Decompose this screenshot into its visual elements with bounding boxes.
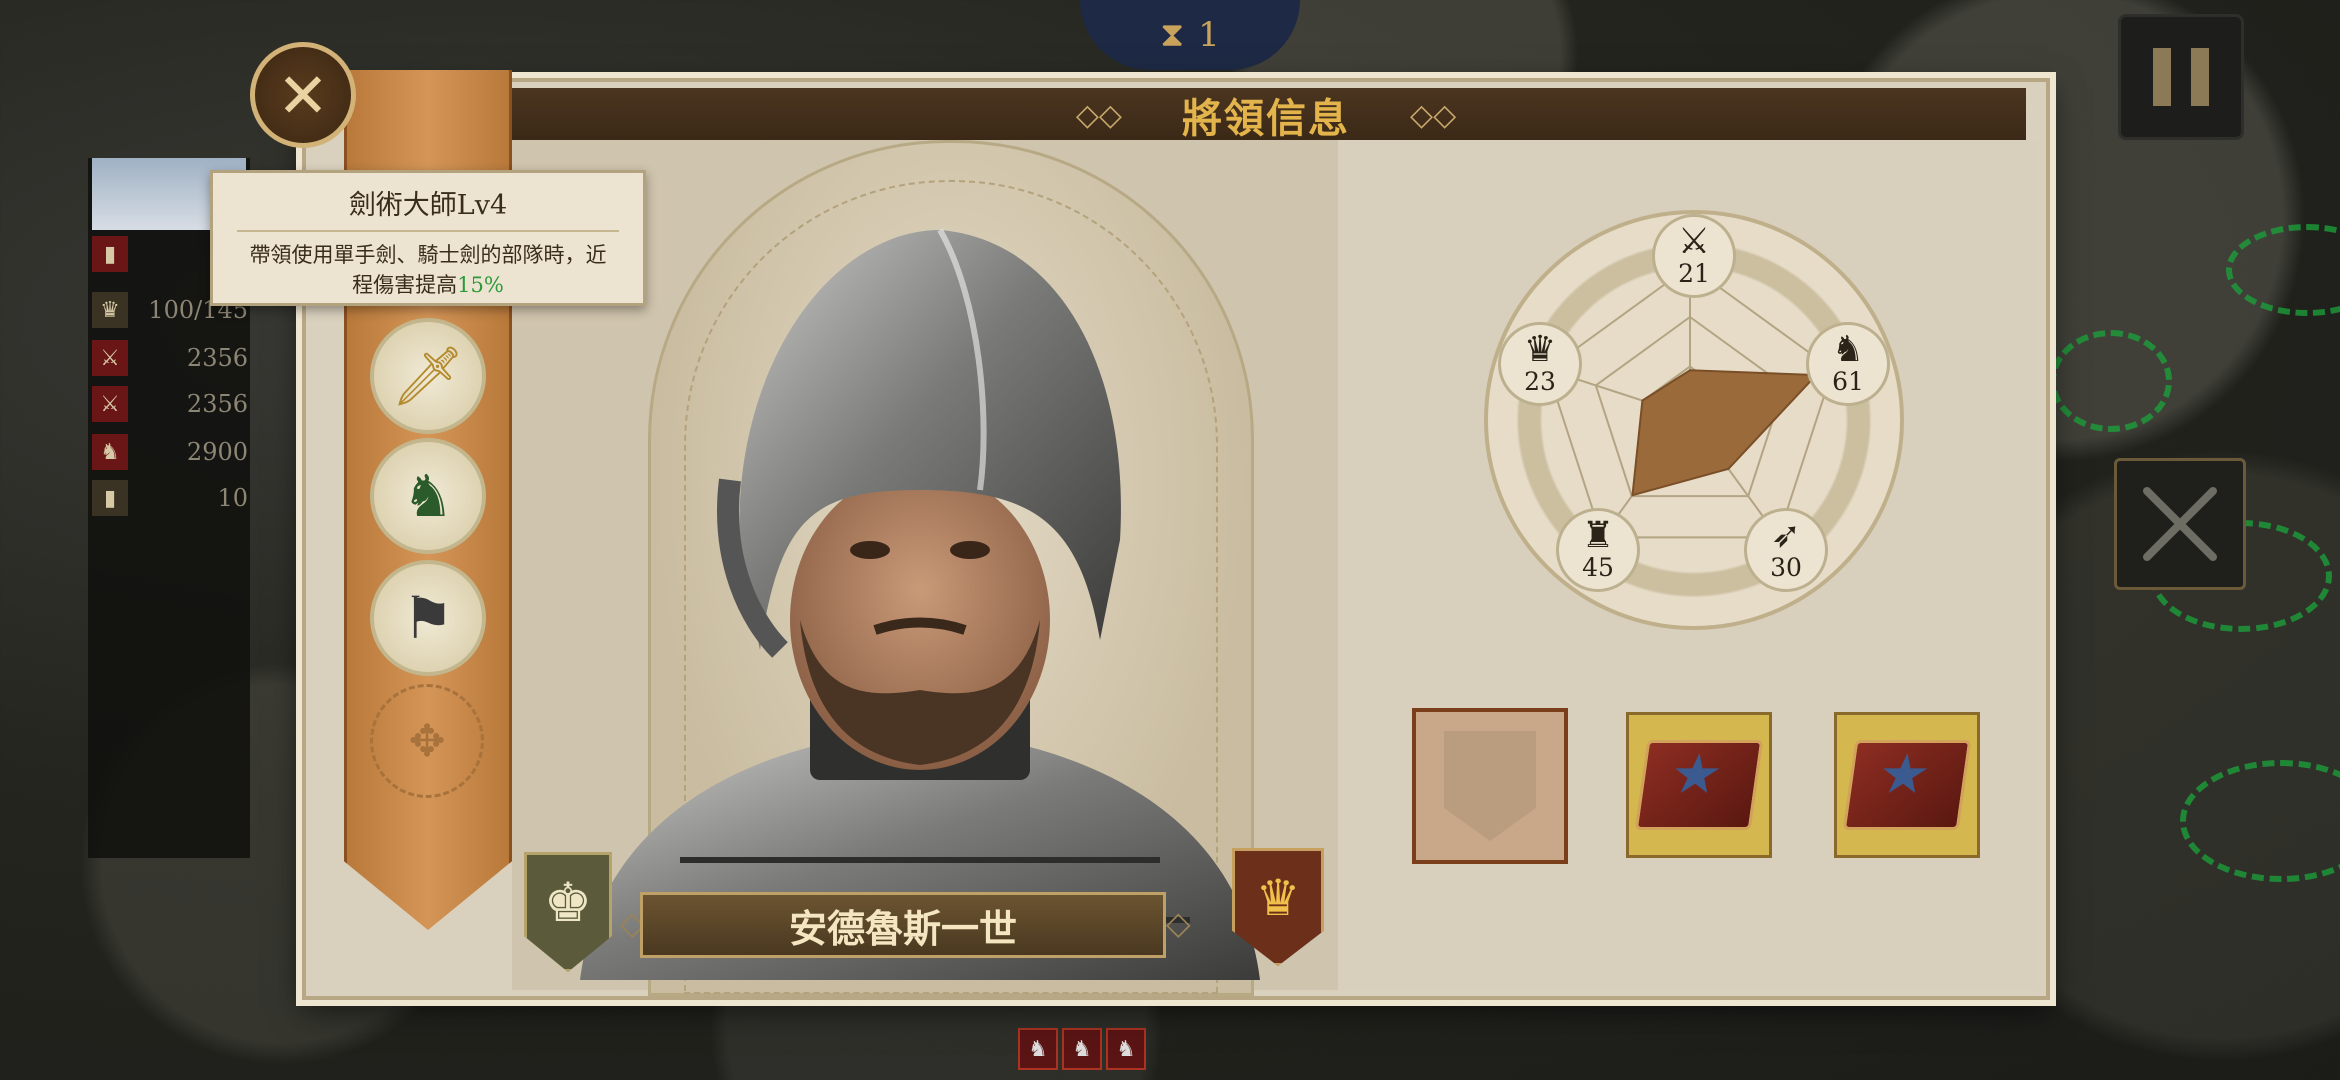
- banner-sword-icon: ⚑: [402, 584, 454, 652]
- general-name-plate: 安德魯斯一世: [640, 892, 1166, 958]
- skill-banner[interactable]: ⚑: [370, 560, 486, 676]
- knight-horse-icon: ♞: [402, 462, 454, 530]
- general-portrait: [580, 228, 1260, 980]
- radar-value-area: [1631, 369, 1819, 497]
- dialog-title-bar: ◇◇ 將領信息 ◇◇: [506, 88, 2026, 142]
- skill-slot-empty[interactable]: ✥: [370, 684, 484, 798]
- crown-icon: ♛: [1523, 329, 1557, 370]
- crossed-swords-icon: ⚔: [1677, 221, 1711, 262]
- helmet-icon: ♛: [92, 292, 128, 328]
- tooltip-percent: 15%: [457, 273, 504, 297]
- close-button[interactable]: ✕: [250, 42, 356, 148]
- boot-icon: ▮: [92, 236, 128, 272]
- army-stat-row: ⚔ 2356: [92, 338, 248, 378]
- map-target-ring: [2050, 330, 2172, 432]
- horse-icon: ♞: [92, 434, 128, 470]
- tooltip-divider: [237, 230, 619, 232]
- title-ornament-icon: ◇◇: [1075, 97, 1122, 133]
- close-icon: ✕: [277, 58, 329, 132]
- empty-skill-icon: ✥: [408, 715, 446, 767]
- tooltip-body: 帶領使用單手劍、騎士劍的部隊時，近 程傷害提高15%: [249, 243, 607, 297]
- general-name: 安德魯斯一世: [788, 905, 1017, 951]
- sword-icon: ⚔: [92, 386, 128, 422]
- equipment-slot-empty[interactable]: [1412, 708, 1568, 864]
- boot-icon: ▮: [92, 480, 128, 516]
- battle-button[interactable]: [2114, 458, 2246, 590]
- horse-icon[interactable]: ♞: [1062, 1028, 1102, 1070]
- stat-attack: ⚔ 21: [1652, 214, 1736, 298]
- stat-command: ♛ 23: [1498, 322, 1582, 406]
- horse-icon[interactable]: ♞: [1018, 1028, 1058, 1070]
- horse-icon[interactable]: ♞: [1106, 1028, 1146, 1070]
- unit-icons-bar: ♞ ♞ ♞: [1018, 1028, 1146, 1070]
- shield-swords-icon: [1444, 731, 1536, 841]
- equipment-slot-book[interactable]: [1834, 712, 1980, 858]
- horse-icon: ♞: [1831, 329, 1865, 370]
- equipment-slot-book[interactable]: [1626, 712, 1772, 858]
- skill-tooltip: 劍術大師Lv4 帶領使用單手劍、騎士劍的部隊時，近 程傷害提高15%: [210, 170, 646, 306]
- skill-sword-master[interactable]: 🗡: [370, 318, 486, 434]
- crossed-swords-icon: [2143, 487, 2217, 561]
- turn-number: 1: [1198, 15, 1220, 55]
- sword-icon: ⚔: [92, 340, 128, 376]
- stat-cavalry: ♞ 61: [1806, 322, 1890, 406]
- army-stat-row: ⚔ 2356: [92, 384, 248, 424]
- pause-icon: [2153, 48, 2171, 106]
- army-stat-row: ♞ 2900: [92, 432, 248, 472]
- hourglass-icon: ⧗: [1160, 15, 1185, 55]
- eagle-icon: ♜: [1581, 515, 1615, 556]
- book-icon: [1634, 740, 1764, 830]
- skill-cavalry[interactable]: ♞: [370, 438, 486, 554]
- chess-king-icon: ♚: [543, 871, 593, 934]
- stat-archery: ➶ 30: [1744, 508, 1828, 592]
- stat-infantry: ♜ 45: [1556, 508, 1640, 592]
- pause-button[interactable]: [2118, 14, 2244, 140]
- tooltip-title: 劍術大師Lv4: [348, 190, 508, 221]
- crown-icon: ♛: [1255, 869, 1301, 927]
- book-icon: [1842, 740, 1972, 830]
- army-stat-row: ▮ 10: [92, 478, 248, 518]
- sword-icon: 🗡: [391, 341, 465, 410]
- dialog-title: 將領信息: [1182, 95, 1350, 142]
- nameplate-ornament-icon: ◇: [1166, 904, 1191, 942]
- bow-icon: ➶: [1770, 515, 1802, 556]
- title-ornament-icon: ◇◇: [1410, 97, 1457, 133]
